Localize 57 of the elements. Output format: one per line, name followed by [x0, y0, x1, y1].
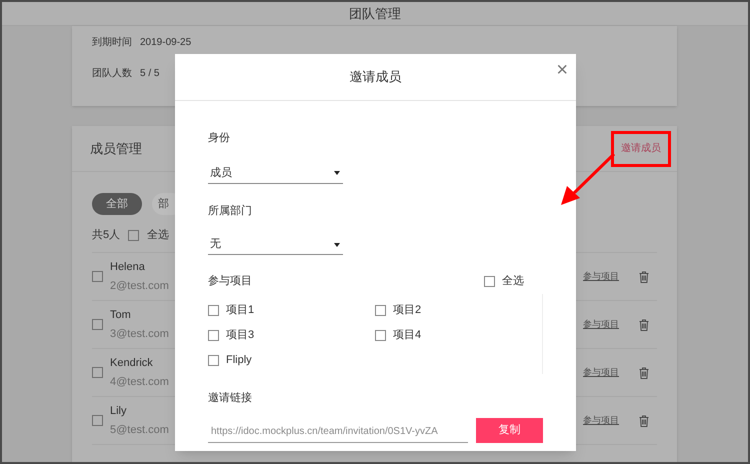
project-link[interactable]: 参与项目: [583, 414, 619, 428]
project-label: 项目4: [393, 328, 422, 344]
filter-pill[interactable]: 全部: [92, 193, 142, 215]
info-label: 到期时间: [92, 37, 132, 49]
trash-icon[interactable]: [639, 318, 649, 330]
trash-icon[interactable]: [639, 414, 649, 426]
project-label: Fliply: [226, 353, 252, 368]
checkbox[interactable]: [208, 305, 219, 316]
panel-title: 成员管理: [90, 140, 142, 158]
dialog-title: 邀请成员: [350, 68, 402, 86]
highlight-box: [611, 131, 671, 167]
checkbox[interactable]: [128, 230, 140, 240]
member-email: 3@test.com: [110, 327, 169, 342]
member-name: Helena: [110, 260, 146, 274]
department-select[interactable]: 无: [208, 235, 343, 255]
project-label: 项目2: [393, 303, 422, 318]
invite-url-field[interactable]: https://idoc.mockplus.cn/team/invitation/0S1V-yvZA: [208, 421, 468, 443]
checkbox[interactable]: [92, 415, 103, 426]
caret-icon: [334, 171, 340, 175]
info-value: 2019-09-25: [140, 37, 192, 49]
role-select[interactable]: 成员: [208, 164, 343, 184]
trash-icon[interactable]: [639, 270, 649, 282]
checkbox[interactable]: [375, 305, 386, 316]
checkbox[interactable]: [92, 367, 103, 378]
project-label: 项目3: [226, 328, 254, 344]
checkbox[interactable]: [484, 276, 495, 287]
field-label: 参与项目: [208, 274, 252, 289]
member-name: Tom: [110, 308, 132, 322]
member-email: 5@test.com: [110, 423, 169, 438]
checkbox[interactable]: [92, 271, 103, 282]
copy-button[interactable]: 复制: [476, 418, 543, 443]
window-title: 团队管理: [349, 4, 401, 23]
invite-link[interactable]: 邀请成员: [621, 141, 661, 156]
member-name: Lily: [110, 404, 128, 418]
select-all-label: 全选: [502, 274, 524, 289]
project-link[interactable]: 参与项目: [583, 270, 619, 284]
trash-icon[interactable]: [639, 366, 649, 378]
field-label: 身份: [208, 131, 231, 146]
project-link[interactable]: 参与项目: [583, 318, 619, 332]
member-name: Kendrick: [110, 356, 154, 370]
caret-icon: [334, 242, 340, 246]
select-all-label: 全选: [147, 228, 170, 243]
close-button[interactable]: ×: [556, 60, 568, 80]
field-label: 邀请链接: [208, 390, 253, 406]
checkbox[interactable]: [208, 355, 219, 366]
info-value: 5 / 5: [140, 68, 160, 80]
annotation-arrow: [559, 152, 617, 207]
project-label: 项目1: [226, 303, 254, 318]
checkbox[interactable]: [92, 319, 103, 330]
field-label: 所属部门: [208, 204, 253, 218]
member-count: 共5人: [92, 228, 120, 243]
member-email: 2@test.com: [110, 279, 169, 294]
checkbox[interactable]: [208, 330, 219, 341]
member-email: 4@test.com: [110, 375, 169, 390]
project-link[interactable]: 参与项目: [583, 366, 619, 380]
checkbox[interactable]: [375, 330, 386, 341]
info-label: 团队人数: [92, 68, 132, 80]
